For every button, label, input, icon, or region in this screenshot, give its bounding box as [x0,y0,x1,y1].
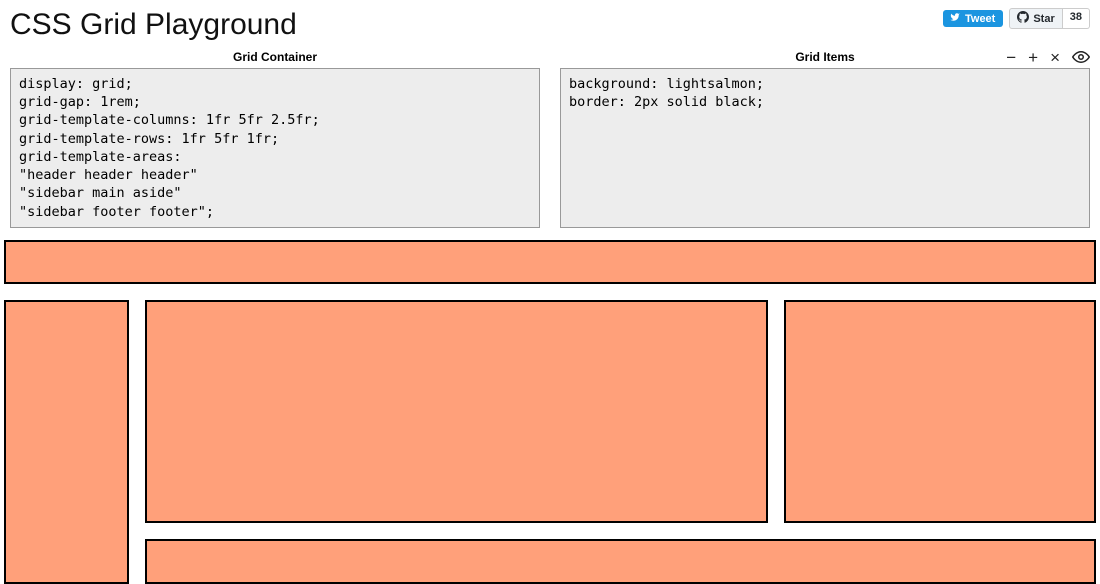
grid-item-footer [145,539,1096,584]
grid-items-editor: Grid Items − + × background: lightsalmon… [560,46,1090,228]
tweet-button[interactable]: Tweet [943,10,1003,27]
star-label: Star [1033,13,1054,25]
editor-header-items: Grid Items − + × [560,46,1090,68]
close-icon[interactable]: × [1050,49,1060,66]
add-item-icon[interactable]: + [1028,49,1038,66]
twitter-icon [949,12,961,25]
editor-header-container: Grid Container [10,46,540,68]
page-title: CSS Grid Playground [10,8,297,42]
editors-row: Grid Container display: grid; grid-gap: … [0,46,1100,240]
app-header: CSS Grid Playground Tweet Star 38 [0,0,1100,46]
grid-preview [0,240,1100,584]
grid-container-code[interactable]: display: grid; grid-gap: 1rem; grid-temp… [10,68,540,228]
grid-container-editor: Grid Container display: grid; grid-gap: … [10,46,540,228]
github-icon [1017,11,1029,26]
star-count: 38 [1063,8,1090,29]
remove-item-icon[interactable]: − [1006,49,1016,66]
editor-label-items: Grid Items [795,50,854,64]
grid-item-main [145,300,769,523]
grid-item-aside [784,300,1096,523]
editor-label-container: Grid Container [233,50,317,64]
grid-item-sidebar [4,300,129,584]
grid-item-header [4,240,1096,285]
items-controls: − + × [1006,49,1090,66]
social-buttons: Tweet Star 38 [943,8,1090,29]
tweet-label: Tweet [965,13,995,25]
grid-items-code[interactable]: background: lightsalmon; border: 2px sol… [560,68,1090,228]
eye-icon[interactable] [1072,49,1090,66]
github-star-button[interactable]: Star 38 [1009,8,1090,29]
